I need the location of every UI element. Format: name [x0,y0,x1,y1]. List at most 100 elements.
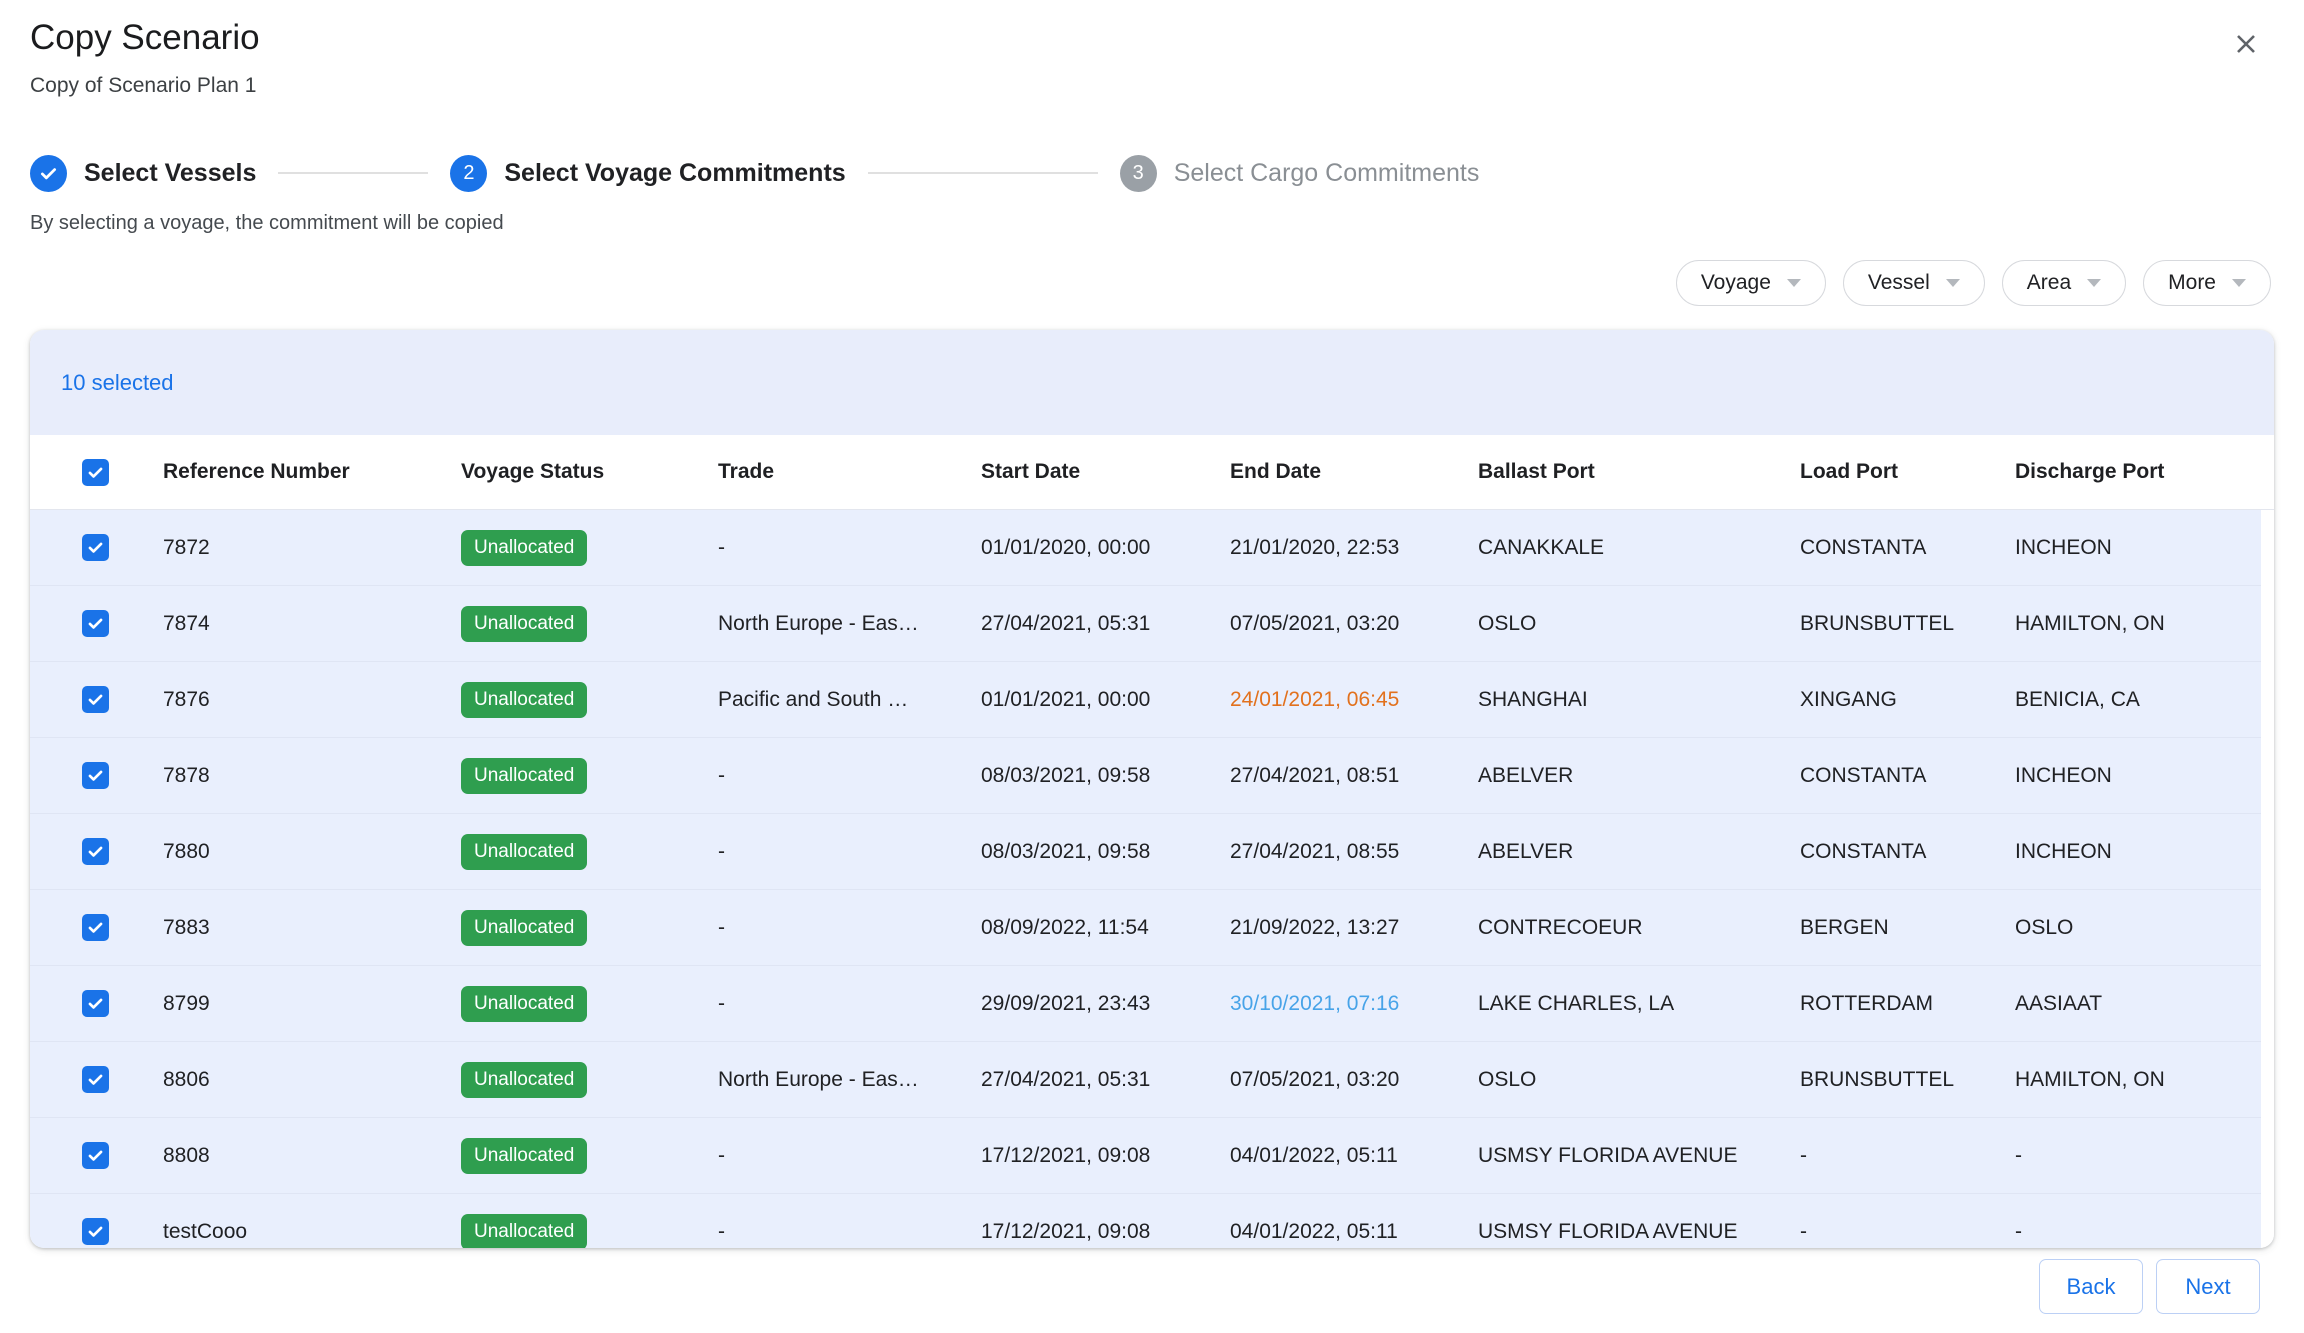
step-select-vessels[interactable]: Select Vessels [30,155,256,192]
voyage-status-cell: Unallocated [461,986,718,1022]
table-row[interactable]: testCooo Unallocated - 17/12/2021, 09:08… [30,1194,2274,1248]
step-connector [278,172,428,174]
row-checkbox[interactable] [82,1142,109,1169]
ballast-port-cell: USMSY FLORIDA AVENUE [1478,1220,1800,1244]
voyage-filter-button[interactable]: Voyage [1676,260,1826,306]
helper-text: By selecting a voyage, the commitment wi… [30,212,504,235]
load-port-cell: ROTTERDAM [1800,992,2015,1016]
chevron-down-icon [2087,279,2101,287]
trade-cell: North Europe - Eas… [718,1068,981,1092]
row-checkbox[interactable] [82,686,109,713]
ballast-port-cell: CONTRECOEUR [1478,916,1800,940]
next-button[interactable]: Next [2156,1259,2260,1314]
reference-number-cell: 7874 [163,612,461,636]
reference-number-cell: testCooo [163,1220,461,1244]
trade-cell: North Europe - Eas… [718,612,981,636]
start-date-cell: 01/01/2020, 00:00 [981,536,1230,560]
more-filter-button[interactable]: More [2143,260,2271,306]
filter-label: Area [2027,271,2071,295]
table-body: 7872 Unallocated - 01/01/2020, 00:00 21/… [30,510,2274,1248]
status-badge: Unallocated [461,986,587,1022]
reference-number-cell: 7872 [163,536,461,560]
column-header-discharge-port[interactable]: Discharge Port [2015,460,2274,484]
column-header-ballast-port[interactable]: Ballast Port [1478,460,1800,484]
table-header-row: Reference Number Voyage Status Trade Sta… [30,435,2274,510]
close-icon [2230,28,2262,60]
status-badge: Unallocated [461,1138,587,1174]
step-label: Select Cargo Commitments [1174,159,1480,188]
voyage-commitments-table: 10 selected Reference Number Voyage Stat… [30,330,2274,1248]
row-checkbox[interactable] [82,838,109,865]
row-checkbox[interactable] [82,1218,109,1245]
column-header-voyage-status[interactable]: Voyage Status [461,460,718,484]
column-header-trade[interactable]: Trade [718,460,981,484]
back-button[interactable]: Back [2039,1259,2143,1314]
discharge-port-cell: AASIAAT [2015,992,2274,1016]
select-all-checkbox[interactable] [82,459,109,486]
start-date-cell: 27/04/2021, 05:31 [981,1068,1230,1092]
area-filter-button[interactable]: Area [2002,260,2126,306]
table-row[interactable]: 7883 Unallocated - 08/09/2022, 11:54 21/… [30,890,2274,966]
row-checkbox[interactable] [82,610,109,637]
load-port-cell: - [1800,1220,2015,1244]
end-date-cell: 07/05/2021, 03:20 [1230,612,1478,636]
column-header-load-port[interactable]: Load Port [1800,460,2015,484]
load-port-cell: CONSTANTA [1800,536,2015,560]
column-header-start-date[interactable]: Start Date [981,460,1230,484]
status-badge: Unallocated [461,606,587,642]
row-checkbox[interactable] [82,762,109,789]
close-button[interactable] [2224,22,2268,66]
status-badge: Unallocated [461,758,587,794]
table-row[interactable]: 7876 Unallocated Pacific and South … 01/… [30,662,2274,738]
start-date-cell: 08/03/2021, 09:58 [981,764,1230,788]
step-label: Select Vessels [84,159,256,188]
ballast-port-cell: ABELVER [1478,764,1800,788]
table-row[interactable]: 7878 Unallocated - 08/03/2021, 09:58 27/… [30,738,2274,814]
voyage-status-cell: Unallocated [461,910,718,946]
dialog-title: Copy Scenario [30,18,260,58]
discharge-port-cell: - [2015,1144,2274,1168]
dialog-footer: Back Next [2039,1259,2260,1314]
trade-cell: - [718,840,981,864]
column-header-reference-number[interactable]: Reference Number [163,460,461,484]
row-checkbox[interactable] [82,914,109,941]
discharge-port-cell: - [2015,1220,2274,1244]
start-date-cell: 27/04/2021, 05:31 [981,612,1230,636]
vessel-filter-button[interactable]: Vessel [1843,260,1985,306]
discharge-port-cell: INCHEON [2015,840,2274,864]
voyage-status-cell: Unallocated [461,1062,718,1098]
table-row[interactable]: 8808 Unallocated - 17/12/2021, 09:08 04/… [30,1118,2274,1194]
step-select-voyage-commitments[interactable]: 2 Select Voyage Commitments [450,155,845,192]
load-port-cell: BRUNSBUTTEL [1800,612,2015,636]
column-header-end-date[interactable]: End Date [1230,460,1478,484]
chevron-down-icon [1787,279,1801,287]
row-checkbox[interactable] [82,1066,109,1093]
row-checkbox[interactable] [82,990,109,1017]
step-select-cargo-commitments[interactable]: 3 Select Cargo Commitments [1120,155,1480,192]
chevron-down-icon [1946,279,1960,287]
ballast-port-cell: CANAKKALE [1478,536,1800,560]
ballast-port-cell: LAKE CHARLES, LA [1478,992,1800,1016]
load-port-cell: CONSTANTA [1800,840,2015,864]
discharge-port-cell: INCHEON [2015,764,2274,788]
reference-number-cell: 7880 [163,840,461,864]
table-row[interactable]: 8799 Unallocated - 29/09/2021, 23:43 30/… [30,966,2274,1042]
table-row[interactable]: 7872 Unallocated - 01/01/2020, 00:00 21/… [30,510,2274,586]
row-checkbox[interactable] [82,534,109,561]
vertical-scrollbar[interactable] [2261,435,2274,1248]
status-badge: Unallocated [461,1214,587,1249]
load-port-cell: XINGANG [1800,688,2015,712]
trade-cell: - [718,1220,981,1244]
selected-count: 10 selected [61,370,174,396]
table-row[interactable]: 7874 Unallocated North Europe - Eas… 27/… [30,586,2274,662]
copy-scenario-dialog: Copy Scenario Copy of Scenario Plan 1 Se… [0,0,2304,1333]
table-row[interactable]: 7880 Unallocated - 08/03/2021, 09:58 27/… [30,814,2274,890]
trade-cell: - [718,992,981,1016]
voyage-status-cell: Unallocated [461,530,718,566]
status-badge: Unallocated [461,530,587,566]
voyage-status-cell: Unallocated [461,1138,718,1174]
discharge-port-cell: HAMILTON, ON [2015,1068,2274,1092]
table-row[interactable]: 8806 Unallocated North Europe - Eas… 27/… [30,1042,2274,1118]
load-port-cell: BRUNSBUTTEL [1800,1068,2015,1092]
start-date-cell: 29/09/2021, 23:43 [981,992,1230,1016]
